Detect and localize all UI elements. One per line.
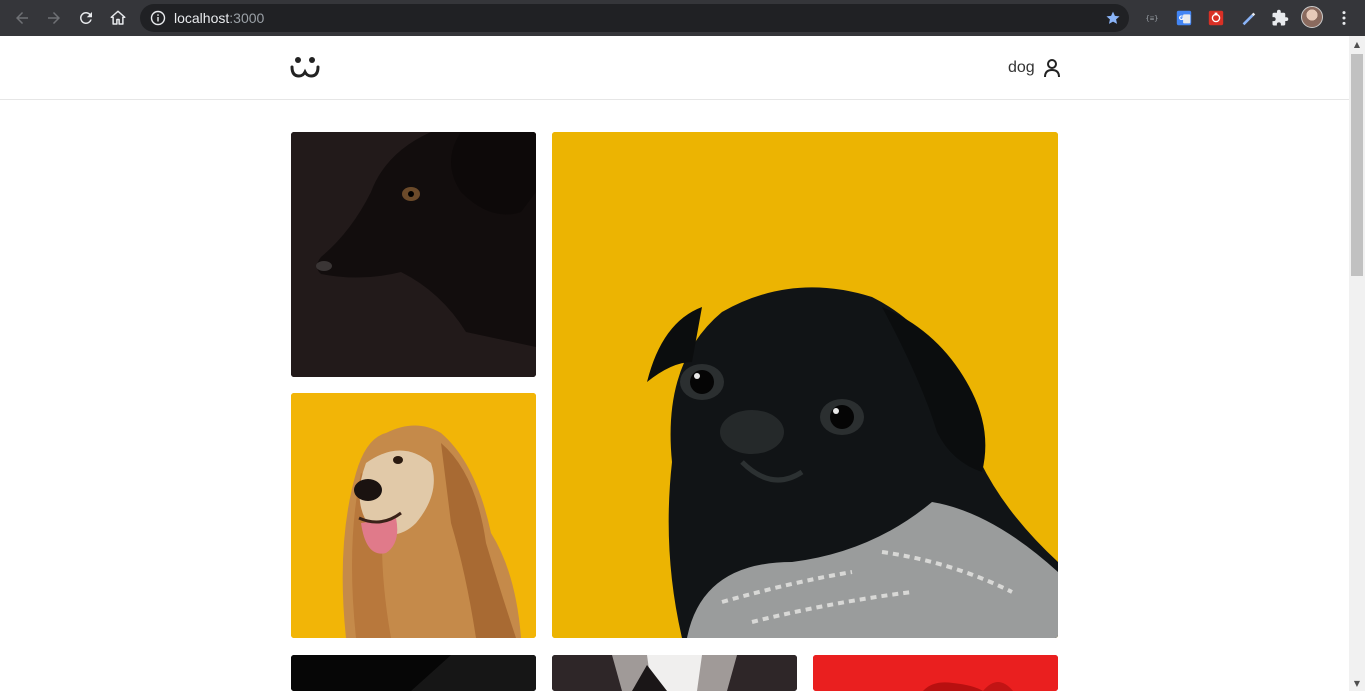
gallery-photo-dark[interactable]	[291, 655, 536, 691]
bulldog-photo	[552, 655, 797, 691]
red-photo	[813, 655, 1058, 691]
gallery-photo-afghan-hound[interactable]	[291, 393, 536, 638]
afghan-hound-photo	[291, 393, 536, 638]
dark-photo	[291, 655, 536, 691]
back-arrow-icon[interactable]	[6, 2, 38, 34]
url-port: :3000	[229, 10, 265, 26]
pen-extension-icon[interactable]	[1238, 8, 1258, 28]
home-icon[interactable]	[102, 2, 134, 34]
gallery-photo-black-dog[interactable]	[291, 132, 536, 377]
username-label: dog	[1008, 59, 1035, 76]
star-icon[interactable]	[1105, 10, 1121, 26]
forward-arrow-icon[interactable]	[38, 2, 70, 34]
gallery-photo-pug[interactable]	[552, 132, 1058, 638]
web-page: dog	[0, 36, 1349, 691]
page-scrollbar[interactable]: ▲ ▼	[1349, 36, 1365, 691]
reload-icon[interactable]	[70, 2, 102, 34]
url-text: localhost:3000	[174, 10, 264, 26]
kebab-menu-icon[interactable]	[1334, 8, 1354, 28]
pug-photo	[552, 132, 1058, 638]
user-icon	[1043, 59, 1060, 78]
smiley-logo-icon[interactable]	[290, 54, 320, 80]
address-bar[interactable]: localhost:3000	[140, 4, 1129, 32]
dev-tools-extension-icon[interactable]: {≡}	[1142, 8, 1162, 28]
url-host: localhost	[174, 10, 230, 26]
browser-toolbar: localhost:3000 {≡} G	[0, 0, 1365, 36]
puzzle-icon[interactable]	[1270, 8, 1290, 28]
black-dog-photo	[291, 132, 536, 377]
gallery-photo-red[interactable]	[813, 655, 1058, 691]
svg-text:G: G	[1179, 15, 1184, 22]
translate-extension-icon[interactable]: G	[1174, 8, 1194, 28]
profile-avatar[interactable]	[1301, 6, 1323, 28]
scroll-up-arrow-icon[interactable]: ▲	[1349, 36, 1365, 52]
red-extension-icon[interactable]	[1206, 8, 1226, 28]
info-icon[interactable]	[150, 10, 166, 26]
gallery-photo-bulldog[interactable]	[552, 655, 797, 691]
svg-text:{≡}: {≡}	[1146, 14, 1159, 23]
scroll-down-arrow-icon[interactable]: ▼	[1349, 675, 1365, 691]
user-menu[interactable]: dog	[1008, 57, 1061, 79]
site-header: dog	[0, 36, 1349, 100]
scrollbar-thumb[interactable]	[1351, 54, 1363, 276]
